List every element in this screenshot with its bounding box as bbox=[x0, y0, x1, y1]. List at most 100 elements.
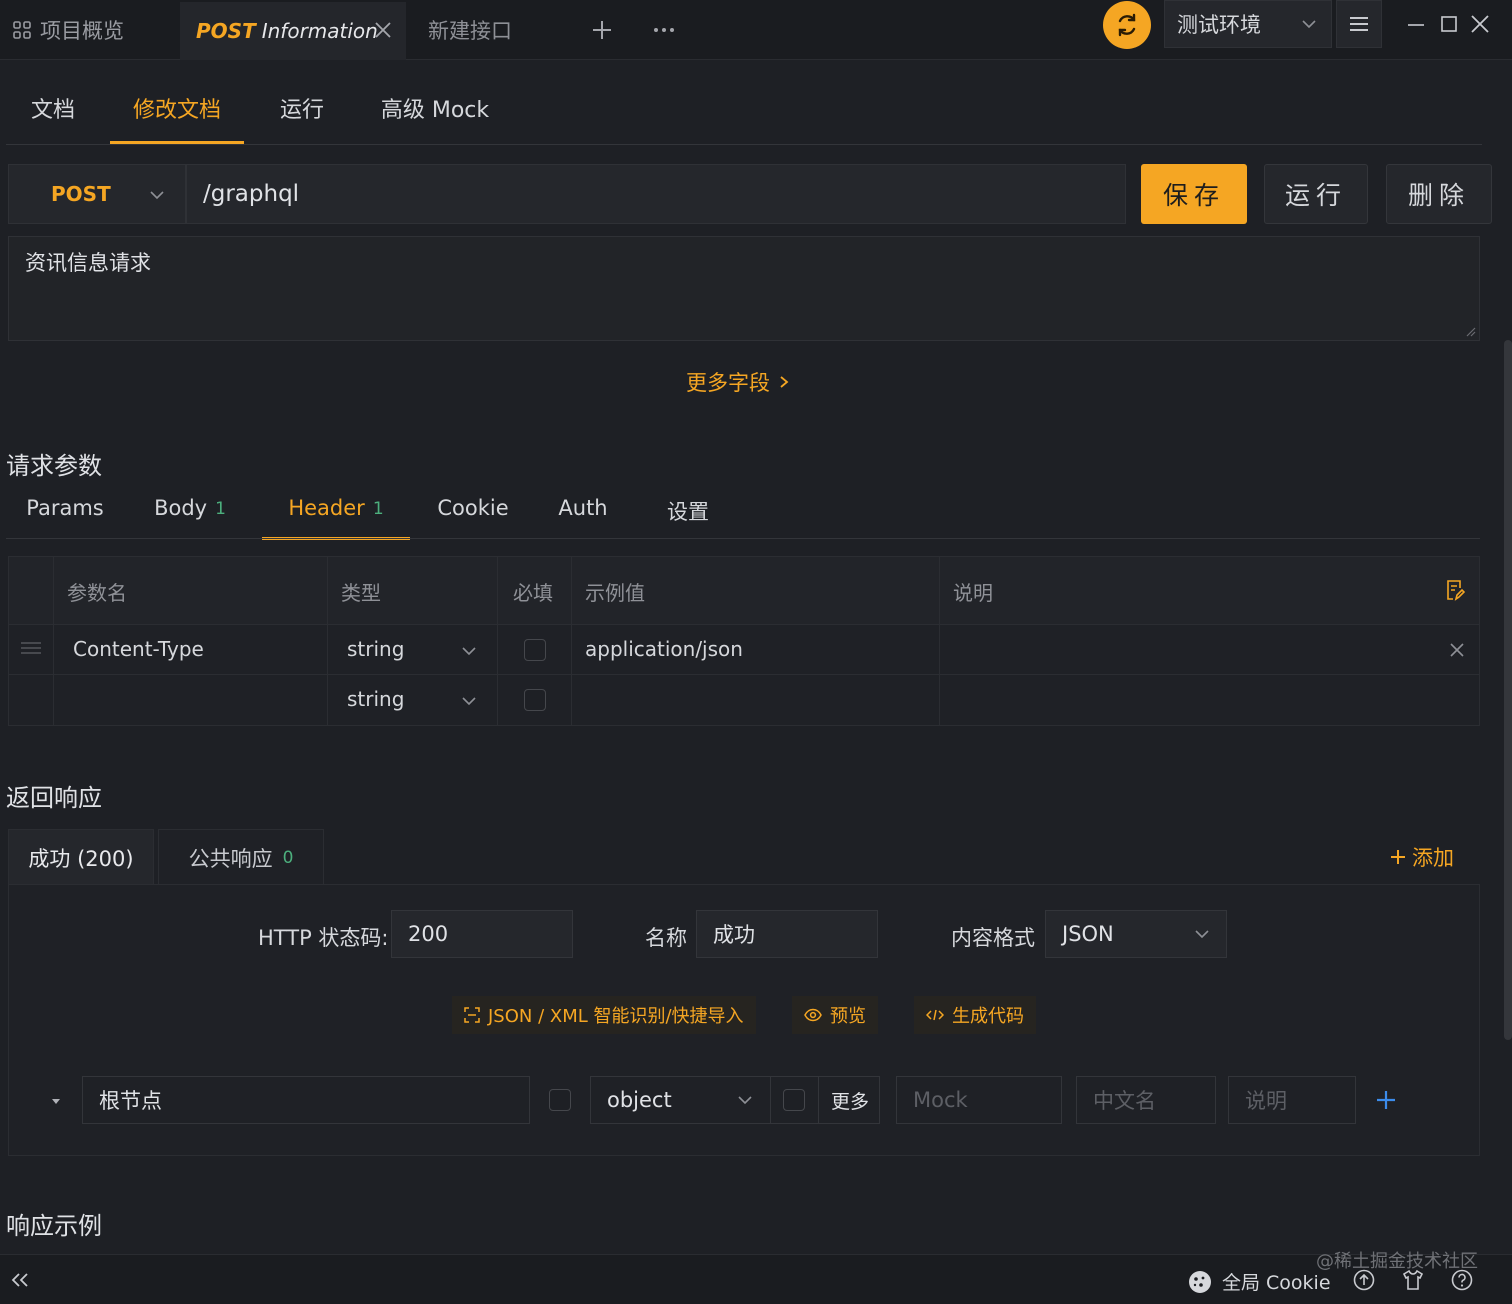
tab-body[interactable]: Body 1 bbox=[140, 490, 240, 540]
root-node-input[interactable]: 根节点 bbox=[82, 1076, 530, 1124]
maximize-icon[interactable] bbox=[1437, 12, 1461, 36]
plus-icon bbox=[1390, 849, 1406, 865]
close-icon[interactable] bbox=[374, 21, 392, 39]
chevron-down-icon bbox=[149, 187, 165, 203]
environment-select[interactable]: 测试环境 bbox=[1164, 0, 1332, 48]
nullable-toggle[interactable] bbox=[770, 1076, 820, 1124]
description-textarea[interactable]: 资讯信息请求 bbox=[8, 236, 1480, 341]
divider bbox=[6, 538, 1480, 539]
root-type-select[interactable]: object bbox=[590, 1076, 772, 1124]
bulk-edit-icon[interactable] bbox=[1445, 579, 1465, 601]
tab-label: Auth bbox=[558, 496, 608, 520]
window-close-icon[interactable] bbox=[1468, 12, 1492, 36]
tab-label: Header bbox=[288, 496, 365, 520]
tab-label: Params bbox=[26, 496, 104, 520]
environment-menu-button[interactable] bbox=[1336, 0, 1382, 48]
tab-cookie[interactable]: Cookie bbox=[428, 490, 518, 540]
tab-count: 1 bbox=[215, 499, 226, 519]
tab-project-overview[interactable]: 项目概览 bbox=[0, 0, 178, 60]
response-title: 返回响应 bbox=[6, 784, 102, 812]
generate-code-button[interactable]: 生成代码 bbox=[914, 996, 1036, 1034]
tab-response-success[interactable]: 成功 (200) bbox=[8, 829, 154, 885]
more-icon[interactable] bbox=[648, 14, 680, 46]
nullable-checkbox[interactable] bbox=[783, 1089, 805, 1111]
preview-label: 预览 bbox=[830, 1006, 866, 1027]
remove-row-icon[interactable] bbox=[1449, 642, 1465, 658]
more-options-label: 更多 bbox=[831, 1090, 870, 1113]
top-tab-bar: 项目概览 POST Information 新建接口 测试环境 bbox=[0, 0, 1512, 60]
scan-icon bbox=[464, 1007, 480, 1023]
more-options-button[interactable]: 更多 bbox=[818, 1076, 880, 1124]
tab-params[interactable]: Params bbox=[18, 490, 112, 540]
delete-button[interactable]: 删除 bbox=[1386, 164, 1492, 224]
collapse-sidebar-icon[interactable] bbox=[10, 1272, 30, 1288]
sync-button[interactable] bbox=[1103, 1, 1151, 49]
scrollbar[interactable] bbox=[1504, 340, 1512, 1040]
root-required-checkbox[interactable] bbox=[549, 1089, 571, 1111]
content-format-label: 内容格式 bbox=[951, 926, 1035, 950]
tab-label: Cookie bbox=[437, 496, 509, 520]
tab-label: 成功 (200) bbox=[28, 846, 134, 871]
tab-label: 公共响应 bbox=[188, 846, 273, 871]
tab-label: 新建接口 bbox=[428, 19, 512, 43]
status-code-input[interactable]: 200 bbox=[391, 910, 573, 958]
add-field-plus-icon[interactable] bbox=[1376, 1090, 1396, 1110]
minimize-icon[interactable] bbox=[1404, 12, 1428, 36]
param-example[interactable]: application/json bbox=[585, 637, 743, 661]
header-params-table: 参数名 类型 必填 示例值 说明 Content-Type string app… bbox=[8, 556, 1480, 726]
drag-handle-icon[interactable] bbox=[21, 641, 41, 655]
smart-import-button[interactable]: JSON / XML 智能识别/快捷导入 bbox=[452, 996, 756, 1034]
column-divider bbox=[53, 557, 54, 725]
watermark: @稀土掘金技术社区 bbox=[1316, 1251, 1478, 1272]
cookie-icon bbox=[1188, 1270, 1212, 1294]
status-code-label: HTTP 状态码: bbox=[258, 926, 389, 950]
response-name-input[interactable]: 成功 bbox=[696, 910, 878, 958]
tab-edit-doc[interactable]: 修改文档 bbox=[110, 80, 244, 144]
tab-advanced-mock[interactable]: 高级 Mock bbox=[370, 80, 500, 144]
plus-icon[interactable] bbox=[588, 14, 616, 46]
param-name[interactable]: Content-Type bbox=[73, 637, 204, 661]
global-cookie-button[interactable]: 全局 Cookie bbox=[1188, 1268, 1331, 1295]
column-header-description: 说明 bbox=[953, 581, 993, 605]
add-response-button[interactable]: 添加 bbox=[1390, 842, 1454, 872]
root-node-value: 根节点 bbox=[99, 1089, 162, 1113]
chinese-name-placeholder: 中文名 bbox=[1093, 1089, 1156, 1113]
tab-label: 设置 bbox=[667, 500, 709, 524]
tab-post-information[interactable]: POST Information bbox=[180, 2, 406, 60]
mock-input[interactable]: Mock bbox=[896, 1076, 1062, 1124]
column-divider bbox=[939, 557, 940, 725]
chevron-down-icon bbox=[1194, 926, 1210, 942]
save-button[interactable]: 保存 bbox=[1141, 164, 1247, 224]
column-divider bbox=[327, 557, 328, 725]
grid-icon bbox=[12, 20, 32, 40]
tab-count: 0 bbox=[282, 847, 294, 868]
chinese-name-input[interactable]: 中文名 bbox=[1076, 1076, 1216, 1124]
column-header-required: 必填 bbox=[513, 581, 553, 605]
tab-settings[interactable]: 设置 bbox=[650, 490, 726, 540]
more-fields-label: 更多字段 bbox=[686, 371, 770, 395]
table-row: string bbox=[9, 675, 1479, 725]
tab-header[interactable]: Header 1 bbox=[262, 490, 410, 540]
tab-response-common[interactable]: 公共响应 0 bbox=[158, 829, 324, 885]
method-select[interactable]: POST bbox=[8, 164, 186, 224]
tab-run[interactable]: 运行 bbox=[262, 80, 342, 144]
content-format-select[interactable]: JSON bbox=[1045, 910, 1227, 958]
resize-handle-icon[interactable] bbox=[1464, 325, 1476, 337]
run-button[interactable]: 运行 bbox=[1264, 164, 1368, 224]
tab-auth[interactable]: Auth bbox=[546, 490, 620, 540]
caret-down-icon[interactable] bbox=[50, 1096, 62, 1106]
smart-import-label: JSON / XML 智能识别/快捷导入 bbox=[488, 1006, 744, 1027]
param-type[interactable]: string bbox=[347, 637, 404, 661]
required-checkbox[interactable] bbox=[524, 639, 546, 661]
required-checkbox[interactable] bbox=[524, 689, 546, 711]
tab-doc[interactable]: 文档 bbox=[14, 80, 92, 144]
field-description-input[interactable]: 说明 bbox=[1228, 1076, 1356, 1124]
more-fields-link[interactable]: 更多字段 bbox=[686, 366, 790, 398]
preview-button[interactable]: 预览 bbox=[792, 996, 878, 1034]
hamburger-icon bbox=[1349, 16, 1369, 32]
tab-new-api[interactable]: 新建接口 bbox=[408, 0, 578, 60]
mock-placeholder: Mock bbox=[913, 1088, 968, 1112]
param-type[interactable]: string bbox=[347, 687, 404, 711]
url-input[interactable]: /graphql bbox=[186, 164, 1126, 224]
code-icon bbox=[926, 1008, 944, 1022]
